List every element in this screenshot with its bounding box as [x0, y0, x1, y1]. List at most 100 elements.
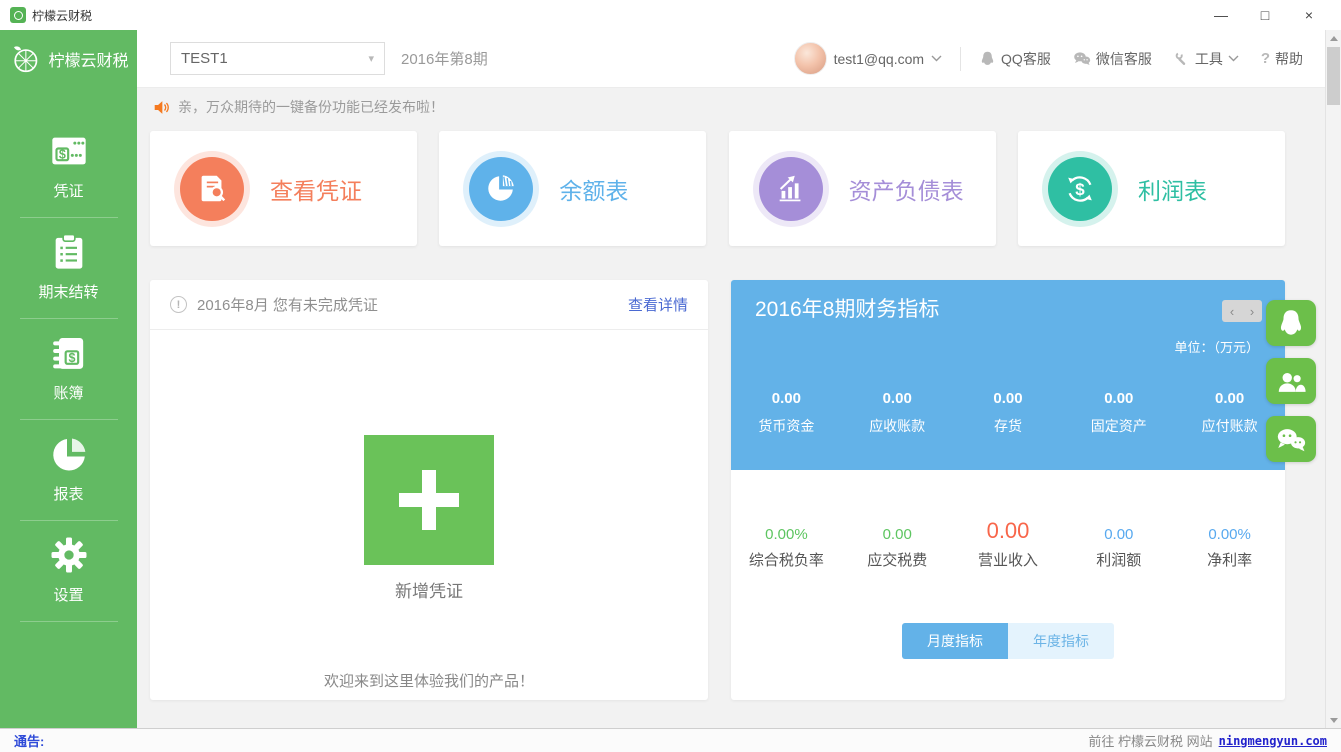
- card-profit-table[interactable]: $ 利润表: [1018, 131, 1285, 246]
- status-bar: 通告: 前往 柠檬云财税 网站 ningmengyun.com: [0, 728, 1341, 752]
- metric: 0.00 营业收入: [953, 514, 1064, 570]
- qq-icon: [1276, 308, 1306, 338]
- maximize-button[interactable]: □: [1243, 0, 1287, 30]
- metric: 0.00 固定资产: [1063, 390, 1174, 436]
- metric-label: 应交税费: [842, 549, 953, 570]
- asset-metrics: 0.00 货币资金 0.00 应收账款 0.00 存货 0.00 固定资产 0.…: [731, 390, 1285, 436]
- wechat-float-button[interactable]: [1266, 416, 1316, 462]
- sidebar-item-label: 设置: [53, 587, 83, 604]
- metric-value: 0.00: [883, 527, 912, 542]
- carryover-icon: [49, 232, 89, 272]
- finance-panel: 2016年8期财务指标 ‹ › 单位：（万元） 0.00 货币资金 0.00 应…: [731, 280, 1285, 700]
- metric: 0.00 存货: [953, 390, 1064, 436]
- header-right: test1@qq.com QQ客服 微信客服: [794, 42, 1307, 75]
- view-details-link[interactable]: 查看详情: [628, 294, 688, 315]
- qq-service-button[interactable]: QQ客服: [979, 49, 1051, 69]
- sidebar-item-ledger[interactable]: $ 账簿: [0, 319, 137, 419]
- minimize-button[interactable]: —: [1199, 0, 1243, 30]
- metric-value: 0.00%: [765, 527, 808, 542]
- welcome-text: 欢迎来到这里体验我们的产品！: [150, 670, 708, 691]
- card-view-voucher[interactable]: 查看凭证: [150, 131, 417, 246]
- settings-icon: [49, 535, 89, 575]
- metric-label: 应收账款: [842, 416, 953, 436]
- main-content: 亲，万众期待的一键备份功能已经发布啦！ 查看凭证: [137, 88, 1325, 728]
- sidebar-item-label: 期末结转: [38, 284, 98, 301]
- announcement-bar: 亲，万众期待的一键备份功能已经发布啦！: [137, 88, 1325, 123]
- brand-label: 柠檬云财税: [48, 47, 128, 71]
- metric-value: 0.00: [1104, 527, 1133, 542]
- metric-label: 货币资金: [731, 416, 842, 436]
- svg-text:$: $: [58, 148, 65, 162]
- report-icon: [49, 434, 89, 474]
- plus-icon: [391, 462, 467, 538]
- next-period-button[interactable]: ›: [1242, 300, 1262, 322]
- sidebar-item-settings[interactable]: 设置: [0, 521, 137, 621]
- card-label: 查看凭证: [270, 172, 362, 206]
- quick-cards: 查看凭证 余额表: [150, 131, 1285, 246]
- account-select-value: TEST1: [181, 50, 228, 67]
- unit-label: 单位：（万元）: [1174, 337, 1259, 356]
- add-voucher-button[interactable]: [364, 435, 494, 565]
- voucher-panel-header: ! 2016年8月 您有未完成凭证 查看详情: [150, 280, 708, 330]
- app-logo-icon: [10, 7, 26, 23]
- tools-label: 工具: [1195, 49, 1223, 69]
- metric-label: 固定资产: [1063, 416, 1174, 436]
- sidebar-item-report[interactable]: 报表: [0, 420, 137, 520]
- svg-text:$: $: [68, 351, 75, 365]
- metric: 0.00% 净利率: [1174, 514, 1285, 570]
- help-label: 帮助: [1275, 49, 1303, 69]
- metric: 0.00 利润额: [1063, 514, 1174, 570]
- sidebar-divider: [20, 621, 118, 622]
- window-title: 柠檬云财税: [32, 7, 92, 24]
- add-voucher-label: 新增凭证: [150, 577, 708, 602]
- account-select[interactable]: TEST1 ▾: [170, 42, 385, 75]
- card-label: 资产负债表: [849, 172, 964, 206]
- ratio-metrics: 0.00% 综合税负率 0.00 应交税费 0.00 营业收入 0.00 利润额…: [731, 514, 1285, 570]
- header-divider: [960, 47, 961, 71]
- metric-label: 营业收入: [953, 549, 1064, 570]
- user-menu[interactable]: test1@qq.com: [794, 42, 942, 75]
- qq-icon: [979, 50, 996, 67]
- qq-float-button[interactable]: [1266, 300, 1316, 346]
- triangle-up-icon: [1330, 36, 1338, 41]
- metric-label: 净利率: [1174, 549, 1285, 570]
- metric-value: 0.00%: [1208, 527, 1251, 542]
- card-balance-sheet[interactable]: 资产负债表: [729, 131, 996, 246]
- wechat-service-button[interactable]: 微信客服: [1073, 49, 1152, 69]
- notice-label[interactable]: 通告:: [14, 731, 44, 750]
- metric-label: 存货: [953, 416, 1064, 436]
- question-icon: ?: [1261, 50, 1270, 67]
- triangle-down-icon: [1330, 718, 1338, 723]
- scrollbar-thumb[interactable]: [1327, 47, 1340, 105]
- tab-yearly-indicators[interactable]: 年度指标: [1008, 623, 1114, 659]
- wrench-icon: [1174, 51, 1190, 67]
- vertical-scrollbar[interactable]: [1325, 30, 1341, 728]
- finance-panel-title: 2016年8期财务指标: [755, 293, 939, 323]
- prev-period-button[interactable]: ‹: [1222, 300, 1242, 322]
- close-button[interactable]: ×: [1287, 0, 1331, 30]
- metric: 0.00 应收账款: [842, 390, 953, 436]
- website-link[interactable]: ningmengyun.com: [1219, 734, 1327, 748]
- help-button[interactable]: ? 帮助: [1261, 49, 1303, 69]
- scroll-down-button[interactable]: [1326, 712, 1341, 728]
- ledger-icon: $: [49, 333, 89, 373]
- metric: 0.00% 综合税负率: [731, 514, 842, 570]
- status-right: 前往 柠檬云财税 网站 ningmengyun.com: [1088, 731, 1327, 750]
- metric-value: 0.00: [987, 520, 1030, 542]
- tab-monthly-indicators[interactable]: 月度指标: [902, 623, 1008, 659]
- card-label: 余额表: [559, 172, 628, 206]
- unfinished-notice: 2016年8月 您有未完成凭证: [197, 294, 378, 315]
- top-header: TEST1 ▾ 2016年第8期 test1@qq.com QQ客服: [137, 30, 1325, 88]
- info-icon: !: [170, 296, 187, 313]
- scroll-up-button[interactable]: [1326, 30, 1341, 46]
- sidebar-item-carryover[interactable]: 期末结转: [0, 218, 137, 318]
- metric-label: 综合税负率: [731, 549, 842, 570]
- contacts-float-button[interactable]: [1266, 358, 1316, 404]
- wechat-service-label: 微信客服: [1096, 49, 1152, 69]
- sidebar-menu: $ 凭证 期末结转: [0, 87, 137, 622]
- sidebar-item-voucher[interactable]: $ 凭证: [0, 117, 137, 217]
- tools-menu-button[interactable]: 工具: [1174, 49, 1239, 69]
- metric-value: 0.00: [731, 390, 842, 407]
- card-balance-table[interactable]: 余额表: [439, 131, 706, 246]
- metric: 0.00 货币资金: [731, 390, 842, 436]
